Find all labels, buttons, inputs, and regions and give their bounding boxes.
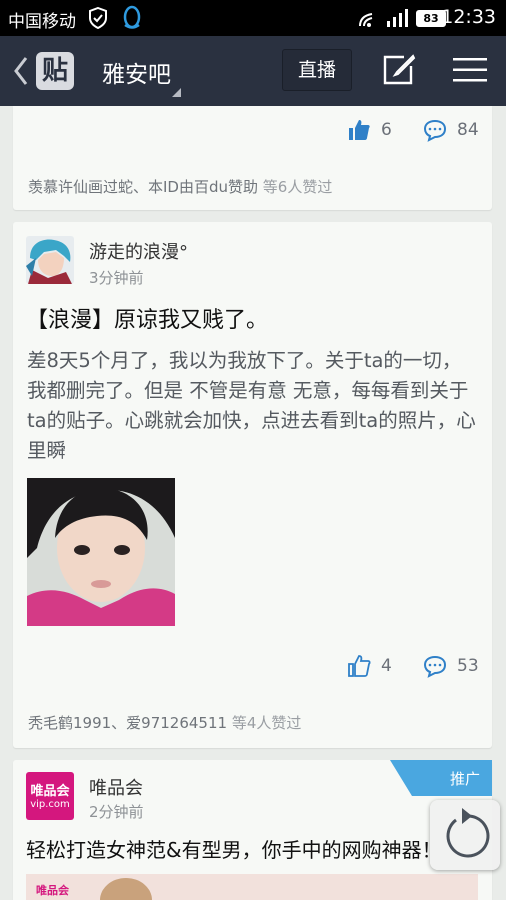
- wifi-icon: [359, 13, 373, 27]
- girl-photo-image: [27, 478, 175, 626]
- tieba-logo[interactable]: 贴: [36, 52, 74, 90]
- likers-names: 秃毛鹤1991、爱971264511: [28, 714, 228, 732]
- ad-banner-image[interactable]: 唯品会: [26, 874, 478, 900]
- post-photo[interactable]: [27, 478, 175, 626]
- qq-penguin-icon: [123, 5, 141, 29]
- likers-suffix: 等6人赞过: [262, 178, 333, 196]
- menu-icon[interactable]: [453, 56, 487, 84]
- comment-count: 84: [457, 120, 479, 140]
- clock: 12:33: [441, 6, 496, 28]
- promoted-badge: 推广: [412, 760, 492, 796]
- likers-names: 羡慕许仙画过蛇、本ID由百du赞助: [28, 178, 259, 196]
- like-button[interactable]: 6: [347, 118, 392, 142]
- refresh-icon: [446, 808, 490, 858]
- advertiser-name[interactable]: 唯品会: [89, 774, 143, 800]
- like-count: 6: [381, 120, 392, 140]
- status-bar: 中国移动 83 12:33: [0, 0, 506, 36]
- ad-card[interactable]: 推广 唯品会 vip.com 唯品会 2分钟前 轻松打造女神范&有型男，你手中的…: [13, 760, 492, 900]
- likers-line[interactable]: 秃毛鹤1991、爱971264511 等4人赞过: [28, 712, 301, 733]
- ad-time: 2分钟前: [89, 803, 144, 821]
- post-title[interactable]: 【浪漫】原谅我又贱了。: [26, 302, 268, 334]
- live-button[interactable]: 直播: [282, 49, 352, 91]
- forum-title[interactable]: 雅安吧: [102, 55, 171, 89]
- top-nav-bar: 贴 雅安吧 直播: [0, 36, 506, 106]
- refresh-button[interactable]: [430, 800, 500, 870]
- likers-line[interactable]: 羡慕许仙画过蛇、本ID由百du赞助 等6人赞过: [28, 176, 332, 197]
- promoted-label: 推广: [449, 770, 480, 788]
- author-name[interactable]: 游走的浪漫°: [89, 238, 188, 264]
- comment-button[interactable]: 53: [423, 654, 479, 678]
- post-time: 3分钟前: [89, 269, 144, 287]
- post-card[interactable]: 6 84 羡慕许仙画过蛇、本ID由百du赞助 等6人赞过: [13, 106, 492, 210]
- model-hair-image: [100, 878, 152, 900]
- ad-tag-tail: [390, 760, 412, 796]
- post-card[interactable]: 游走的浪漫° 3分钟前 【浪漫】原谅我又贱了。 差8天5个月了，我以为我放下了。…: [13, 222, 492, 748]
- shield-check-icon: [89, 7, 107, 29]
- comment-button[interactable]: 84: [423, 118, 479, 142]
- back-chevron-icon[interactable]: [8, 52, 34, 90]
- avatar[interactable]: [26, 236, 74, 284]
- ad-banner-logo: 唯品会: [36, 884, 69, 897]
- advertiser-logo[interactable]: 唯品会 vip.com: [26, 772, 74, 820]
- carrier-label: 中国移动: [8, 12, 76, 32]
- comment-bubble-icon: [423, 655, 447, 678]
- ad-title[interactable]: 轻松打造女神范&有型男，你手中的网购神器！: [26, 834, 442, 863]
- post-body[interactable]: 差8天5个月了，我以为我放下了。关于ta的一切，我都删完了。但是 不管是有意 无…: [27, 346, 477, 466]
- advertiser-logo-text: 唯品会: [30, 784, 70, 799]
- like-count: 4: [381, 656, 392, 676]
- anime-avatar-image: [26, 236, 74, 284]
- likers-suffix: 等4人赞过: [231, 714, 302, 732]
- comment-count: 53: [457, 656, 479, 676]
- like-button[interactable]: 4: [347, 654, 392, 678]
- signal-icon: [387, 9, 408, 27]
- thumbs-up-icon: [349, 120, 370, 140]
- advertiser-logo-domain: vip.com: [30, 799, 70, 810]
- thumbs-up-icon: [348, 655, 371, 677]
- comment-bubble-icon: [423, 119, 447, 142]
- compose-icon[interactable]: [382, 54, 416, 86]
- forum-dropdown-indicator[interactable]: [172, 88, 181, 97]
